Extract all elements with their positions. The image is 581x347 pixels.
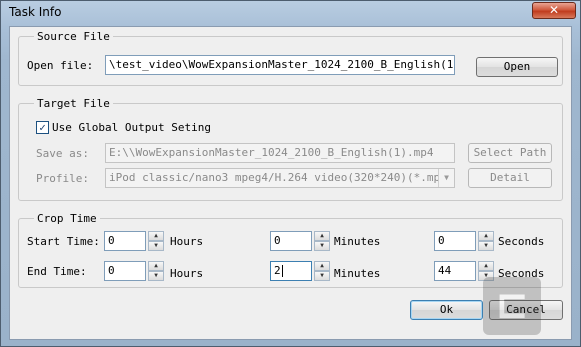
end-minutes-spinner[interactable]: ▲ ▼ [314,261,330,281]
start-minutes-spinner[interactable]: ▲ ▼ [314,231,330,251]
close-button[interactable]: ✕ [532,2,576,19]
target-file-group: Target File ✓ Use Global Output Seting S… [18,97,563,201]
profile-value: iPod classic/nano3 mpeg4/H.264 video(320… [109,171,454,184]
end-hours-spinner[interactable]: ▲ ▼ [148,261,164,281]
spin-down-icon[interactable]: ▼ [314,271,330,281]
profile-select[interactable]: iPod classic/nano3 mpeg4/H.264 video(320… [105,168,455,188]
spin-down-icon[interactable]: ▼ [314,241,330,251]
watermark-logo-icon: ⊏ [483,277,541,335]
start-time-label: Start Time: [27,235,100,248]
spin-up-icon[interactable]: ▲ [148,261,164,271]
start-seconds-spinner[interactable]: ▲ ▼ [478,231,494,251]
start-hours-spinner[interactable]: ▲ ▼ [148,231,164,251]
close-icon: ✕ [548,3,560,17]
end-hours-label: Hours [170,267,204,280]
end-minutes-label: Minutes [334,267,381,280]
use-global-output-label: Use Global Output Seting [52,121,211,134]
checkmark-icon: ✓ [39,121,46,134]
spin-up-icon[interactable]: ▲ [314,261,330,271]
spin-up-icon[interactable]: ▲ [314,231,330,241]
spin-down-icon[interactable]: ▼ [478,241,494,251]
spin-down-icon[interactable]: ▼ [148,271,164,281]
crop-time-group-title: Crop Time [34,212,100,225]
end-minutes-input[interactable]: 2 [270,261,312,281]
target-file-group-title: Target File [34,97,113,110]
task-info-dialog: Task Info ✕ Source File Open file: \test… [0,0,581,347]
start-minutes-label: Minutes [334,235,381,248]
spin-up-icon[interactable]: ▲ [478,261,494,271]
open-file-input[interactable]: \test_video\WowExpansionMaster_1024_2100… [105,55,455,75]
open-file-label: Open file: [27,59,94,72]
text-caret [281,265,283,277]
profile-label: Profile: [36,172,89,185]
chevron-down-icon: ▼ [438,169,454,187]
source-file-group: Source File Open file: \test_video\WowEx… [18,30,563,86]
start-hours-input[interactable]: 0 [104,231,146,251]
crop-time-group: Crop Time Start Time: 0 ▲ ▼ Hours 0 ▲ ▼ … [18,212,563,288]
end-minutes-value: 2 [274,264,281,277]
spin-up-icon[interactable]: ▲ [478,231,494,241]
start-seconds-label: Seconds [498,235,545,248]
source-file-group-title: Source File [34,30,113,43]
start-minutes-input[interactable]: 0 [270,231,312,251]
save-as-input[interactable]: E:\\WowExpansionMaster_1024_2100_B_Engli… [105,143,455,163]
start-hours-label: Hours [170,235,204,248]
ok-button[interactable]: Ok [410,300,483,320]
end-hours-input[interactable]: 0 [104,261,146,281]
save-as-label: Save as: [36,147,89,160]
select-path-button[interactable]: Select Path [468,143,552,163]
end-seconds-input[interactable]: 44 [434,261,476,281]
title-bar[interactable]: Task Info ✕ [1,1,580,25]
use-global-output-checkbox[interactable]: ✓ [36,121,49,134]
detail-button[interactable]: Detail [468,168,552,188]
start-seconds-input[interactable]: 0 [434,231,476,251]
window-title: Task Info [9,5,62,19]
spin-up-icon[interactable]: ▲ [148,231,164,241]
end-time-label: End Time: [27,265,87,278]
open-button[interactable]: Open [476,57,558,77]
spin-down-icon[interactable]: ▼ [148,241,164,251]
